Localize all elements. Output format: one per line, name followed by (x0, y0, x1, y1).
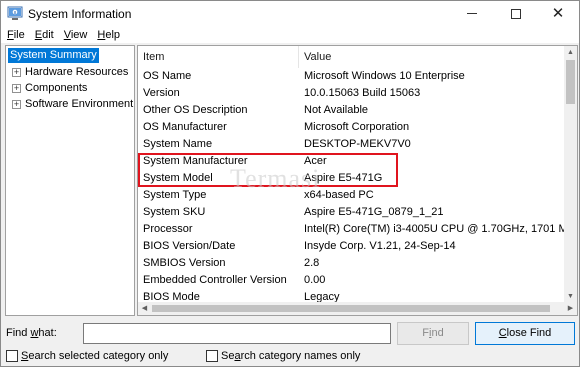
item-cell: System Model (143, 172, 213, 184)
search-selected-category-checkbox[interactable]: Search selected category only (6, 349, 168, 363)
column-header-value[interactable]: Value (299, 46, 565, 68)
category-tree[interactable]: System Summary + Hardware Resources + Co… (5, 45, 135, 316)
scroll-left-icon[interactable]: ◀ (138, 302, 151, 315)
value-cell: Aspire E5-471G (304, 172, 383, 184)
item-cell: OS Name (143, 70, 192, 82)
table-row[interactable]: Embedded Controller Version 0.00 (138, 272, 565, 289)
menu-edit[interactable]: Edit (30, 29, 59, 41)
item-cell: Other OS Description (143, 104, 248, 116)
details-list[interactable]: Item Value OS Name Microsoft Windows 10 E… (137, 45, 578, 316)
menu-view[interactable]: View (59, 29, 93, 41)
table-row[interactable]: Version 10.0.15063 Build 15063 (138, 85, 565, 102)
find-what-input[interactable] (83, 323, 391, 344)
item-cell: System SKU (143, 206, 206, 218)
system-information-app-icon (7, 6, 23, 20)
horizontal-scroll-thumb[interactable] (152, 305, 550, 312)
close-icon: ✕ (551, 5, 565, 22)
window-title: System Information (28, 7, 132, 21)
value-cell: Microsoft Corporation (304, 121, 410, 133)
value-cell: 2.8 (304, 257, 320, 269)
value-cell: x64-based PC (304, 189, 374, 201)
value-cell: 10.0.15063 Build 15063 (304, 87, 421, 99)
find-what-label: Find what: (6, 327, 57, 339)
vertical-scrollbar[interactable]: ▲ ▼ (564, 46, 577, 303)
tree-item-system-summary[interactable]: System Summary (8, 48, 99, 63)
table-row[interactable]: System Model Aspire E5-471G (138, 170, 565, 187)
scroll-up-icon[interactable]: ▲ (564, 46, 577, 59)
table-row[interactable]: Other OS Description Not Available (138, 102, 565, 119)
tree-item-components[interactable]: Components (25, 81, 87, 96)
value-cell: Microsoft Windows 10 Enterprise (304, 70, 465, 82)
item-cell: Embedded Controller Version (143, 274, 287, 286)
value-cell: Acer (304, 155, 327, 167)
expand-plus-icon[interactable]: + (12, 100, 21, 109)
title-bar[interactable]: System Information ✕ (1, 1, 579, 26)
value-cell: Insyde Corp. V1.21, 24-Sep-14 (304, 240, 456, 252)
table-row[interactable]: Processor Intel(R) Core(TM) i3-4005U CPU … (138, 221, 566, 238)
checkbox-label: Search selected category only (21, 350, 169, 362)
checkbox-box[interactable] (206, 350, 218, 362)
tree-item-hardware-resources[interactable]: Hardware Resources (25, 65, 128, 80)
column-header-item[interactable]: Item (138, 46, 299, 68)
item-cell: System Name (143, 138, 213, 150)
table-row[interactable]: System Manufacturer Acer (138, 153, 565, 170)
table-row[interactable]: OS Manufacturer Microsoft Corporation (138, 119, 565, 136)
search-category-names-checkbox[interactable]: Search category names only (206, 349, 360, 363)
item-cell: SMBIOS Version (143, 257, 226, 269)
system-information-window: System Information ✕ File Edit View Help… (0, 0, 580, 367)
menu-bar: File Edit View Help (1, 26, 579, 43)
checkbox-box[interactable] (6, 350, 18, 362)
item-cell: System Manufacturer (143, 155, 248, 167)
table-row[interactable]: System SKU Aspire E5-471G_0879_1_21 (138, 204, 565, 221)
value-cell: DESKTOP-MEKV7V0 (304, 138, 411, 150)
vertical-scroll-thumb[interactable] (566, 60, 575, 104)
menu-file[interactable]: File (1, 29, 30, 41)
tree-item-software-environment[interactable]: Software Environment (25, 97, 133, 112)
maximize-icon (511, 8, 521, 19)
item-cell: OS Manufacturer (143, 121, 227, 133)
table-row[interactable]: System Name DESKTOP-MEKV7V0 (138, 136, 565, 153)
maximize-button[interactable] (495, 1, 537, 26)
item-cell: Version (143, 87, 180, 99)
minimize-icon (467, 13, 477, 14)
table-row[interactable]: OS Name Microsoft Windows 10 Enterprise (138, 68, 565, 85)
close-button[interactable]: ✕ (537, 1, 579, 26)
value-cell: 0.00 (304, 274, 326, 286)
table-row[interactable]: SMBIOS Version 2.8 (138, 255, 565, 272)
value-cell: Intel(R) Core(TM) i3-4005U CPU @ 1.70GHz… (304, 223, 566, 235)
scroll-right-icon[interactable]: ▶ (564, 302, 577, 315)
horizontal-scrollbar[interactable]: ◀ ▶ (138, 302, 577, 315)
table-row[interactable]: System Type x64-based PC (138, 187, 565, 204)
minimize-button[interactable] (451, 1, 493, 26)
details-rows: OS Name Microsoft Windows 10 Enterprise V… (138, 68, 566, 306)
expand-plus-icon[interactable]: + (12, 68, 21, 77)
close-find-button[interactable]: Close Find (475, 322, 575, 345)
menu-help[interactable]: Help (92, 29, 125, 41)
table-row[interactable]: BIOS Version/Date Insyde Corp. V1.21, 24-… (138, 238, 565, 255)
value-cell: Aspire E5-471G_0879_1_21 (304, 206, 444, 218)
find-button[interactable]: Find (397, 322, 469, 345)
expand-plus-icon[interactable]: + (12, 84, 21, 93)
item-cell: BIOS Version/Date (143, 240, 236, 252)
item-cell: Processor (143, 223, 193, 235)
value-cell: Not Available (304, 104, 369, 116)
item-cell: System Type (143, 189, 207, 201)
checkbox-label: Search category names only (221, 350, 361, 362)
